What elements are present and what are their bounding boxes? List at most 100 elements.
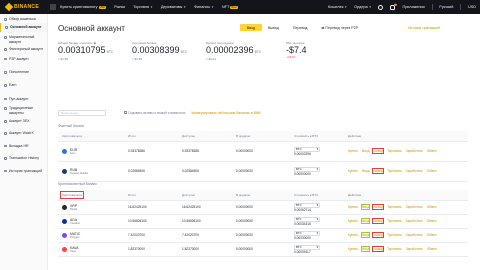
earn-link[interactable]: Заработать <box>406 219 423 223</box>
withdraw-link[interactable]: Вывод <box>371 203 385 211</box>
top-right-menu: Кошелек ▼ Ордера ▼ 9+ Приложения Русский U… <box>328 0 476 14</box>
notifications-button[interactable]: 9+ <box>390 3 398 10</box>
deposit-link[interactable]: Ввод <box>360 217 372 225</box>
convert-link[interactable]: Обмен <box>427 205 437 209</box>
convert-link[interactable]: Обмен <box>427 169 437 173</box>
btc-value: 0.00034316 <box>294 221 311 226</box>
trade-link[interactable]: Торговать <box>387 247 402 251</box>
coin-name: Cardano <box>70 221 80 225</box>
nav-buy-crypto[interactable]: Купить криптовалюту USD <box>60 5 107 9</box>
column-header[interactable]: Итого <box>124 131 178 142</box>
deposit-link[interactable]: Ввод <box>362 169 369 173</box>
nav-nft[interactable]: NFT New <box>222 5 238 9</box>
earn-link[interactable]: Заработать <box>406 149 423 153</box>
earn-link[interactable]: Заработать <box>406 233 423 237</box>
transfer-button[interactable]: Перевод <box>293 26 307 30</box>
page-title: Основной аккаунт <box>58 24 125 33</box>
deposit-link[interactable]: Ввод <box>360 245 372 253</box>
column-header[interactable]: Криптовалюта <box>58 131 124 142</box>
sidebar-item-overview[interactable]: Обзор кошелька <box>0 17 47 21</box>
deposit-link[interactable]: Ввод <box>360 203 372 211</box>
withdraw-link[interactable]: Вывод <box>371 147 385 155</box>
stat-unit: BTC <box>106 50 114 54</box>
withdraw-button[interactable]: Вывод <box>268 26 279 30</box>
convert-link[interactable]: Обмен <box>427 233 437 237</box>
convert-link[interactable]: Обмен <box>427 219 437 223</box>
hide-small-toggle[interactable]: Скрывать активы с низкой стоимостью <box>124 111 185 115</box>
sidebar-item-funding[interactable]: Пополнение <box>0 70 47 74</box>
search-input[interactable]: Поиск монет <box>58 110 106 116</box>
withdraw-link[interactable]: Вывод <box>371 167 385 175</box>
trade-link[interactable]: Торговать <box>387 169 402 173</box>
language-selector[interactable]: Русский <box>439 5 453 9</box>
trade-link[interactable]: Торговать <box>387 233 402 237</box>
buy-link[interactable]: Купить <box>348 247 358 251</box>
nav-finance[interactable]: Финансы ▼ <box>194 5 214 9</box>
withdraw-link[interactable]: Вывод <box>371 217 385 225</box>
coin-name: Kava <box>70 249 76 253</box>
earn-link[interactable]: Заработать <box>406 169 423 173</box>
column-header[interactable]: В ордерах <box>232 190 290 201</box>
wallet-menu[interactable]: Кошелек ▼ <box>328 5 347 9</box>
withdraw-link[interactable]: Вывод <box>371 245 385 253</box>
deposit-link[interactable]: Ввод <box>360 231 372 239</box>
nav-markets[interactable]: Рынки <box>114 5 125 9</box>
btc-value-cell: BTC ▾ 0.00009117 <box>290 242 344 257</box>
buy-link[interactable]: Купить <box>348 169 358 173</box>
matic-icon <box>62 232 67 238</box>
buy-link[interactable]: Купить <box>348 149 358 153</box>
trade-link[interactable]: Торговать <box>387 149 402 153</box>
buy-link[interactable]: Купить <box>348 219 358 223</box>
sidebar-item-transaction-history[interactable]: История транзакций <box>0 169 47 173</box>
column-header[interactable]: Стоимость в BTC <box>290 190 344 201</box>
stat-value: 0.00002396BTC <box>206 45 261 57</box>
trade-link[interactable]: Торговать <box>387 219 402 223</box>
earn-link[interactable]: Заработать <box>406 247 423 251</box>
sidebar-item-earn[interactable]: Earn <box>0 83 47 87</box>
convert-small-balances-link[interactable]: Конвертировать небольшие балансы в BNB <box>191 111 260 115</box>
stat-fiat-value: ≈ $0.01 <box>206 57 216 61</box>
coin-name: Russian Rubles <box>70 171 89 175</box>
buy-link[interactable]: Купить <box>348 233 358 237</box>
sidebar-item-futures[interactable]: Фьючерсный аккаунт <box>0 47 47 51</box>
orders-menu[interactable]: Ордера ▼ <box>354 5 371 9</box>
column-header[interactable]: Доступно <box>178 131 232 142</box>
column-header[interactable]: Криптовалюта <box>58 190 124 201</box>
buy-link[interactable]: Купить <box>348 205 358 209</box>
currency-selector[interactable]: USD <box>468 5 476 9</box>
deposit-button[interactable]: Ввод <box>240 24 262 31</box>
convert-link[interactable]: Обмен <box>427 149 437 153</box>
trade-link[interactable]: Торговать <box>387 205 402 209</box>
in-order-cell: 0.00000000 <box>232 161 290 182</box>
deposit-link[interactable]: Ввод <box>362 149 369 153</box>
column-header[interactable]: Итого <box>124 190 178 201</box>
p2p-transfer-button[interactable]: ⇄ Перевод через P2P <box>321 26 358 30</box>
sidebar-item-pool[interactable]: Пул-аккаунт <box>0 97 47 101</box>
column-header: Действие <box>344 131 468 142</box>
nav-derivatives[interactable]: Деривативы ▼ <box>161 5 186 9</box>
history-link[interactable]: История транзакций <box>408 26 440 30</box>
earn-link[interactable]: Заработать <box>406 205 423 209</box>
column-header[interactable]: Доступно <box>178 190 232 201</box>
sidebar-item-margin[interactable]: Маржинальный аккаунт <box>0 35 47 44</box>
checkbox[interactable] <box>124 111 127 114</box>
column-header[interactable]: Стоимость в BTC <box>290 131 344 142</box>
sidebar-item-hr[interactable]: Вкладка HR <box>0 144 47 148</box>
profile-button[interactable] <box>378 4 384 10</box>
in-order-cell: 0.00000000 <box>232 242 290 257</box>
sidebar-item-zex[interactable]: Аккаунт ЗЕХ <box>0 119 47 123</box>
convert-link[interactable]: Обмен <box>427 247 437 251</box>
apps-download[interactable]: Приложения <box>402 5 424 9</box>
withdraw-link[interactable]: Вывод <box>371 231 385 239</box>
sidebar-item-transaction-history-en[interactable]: Transaction History <box>0 156 47 160</box>
sidebar-item-wazirx[interactable]: Аккаунт WazirX <box>0 131 47 135</box>
column-header[interactable]: В ордерах <box>232 131 290 142</box>
history-icon <box>4 169 7 173</box>
sidebar-item-p2p[interactable]: P2P аккаунт <box>0 57 47 61</box>
binance-logo[interactable]: BINANCE <box>0 2 48 12</box>
nav-trade[interactable]: Торговля ▼ <box>133 5 153 9</box>
xrp-icon <box>62 204 67 210</box>
sidebar-item-spot[interactable]: Основной аккаунт <box>0 23 47 33</box>
sidebar-item-traditional[interactable]: Традиционные аккаунты <box>0 106 47 115</box>
apps-grid-icon[interactable] <box>50 4 56 10</box>
